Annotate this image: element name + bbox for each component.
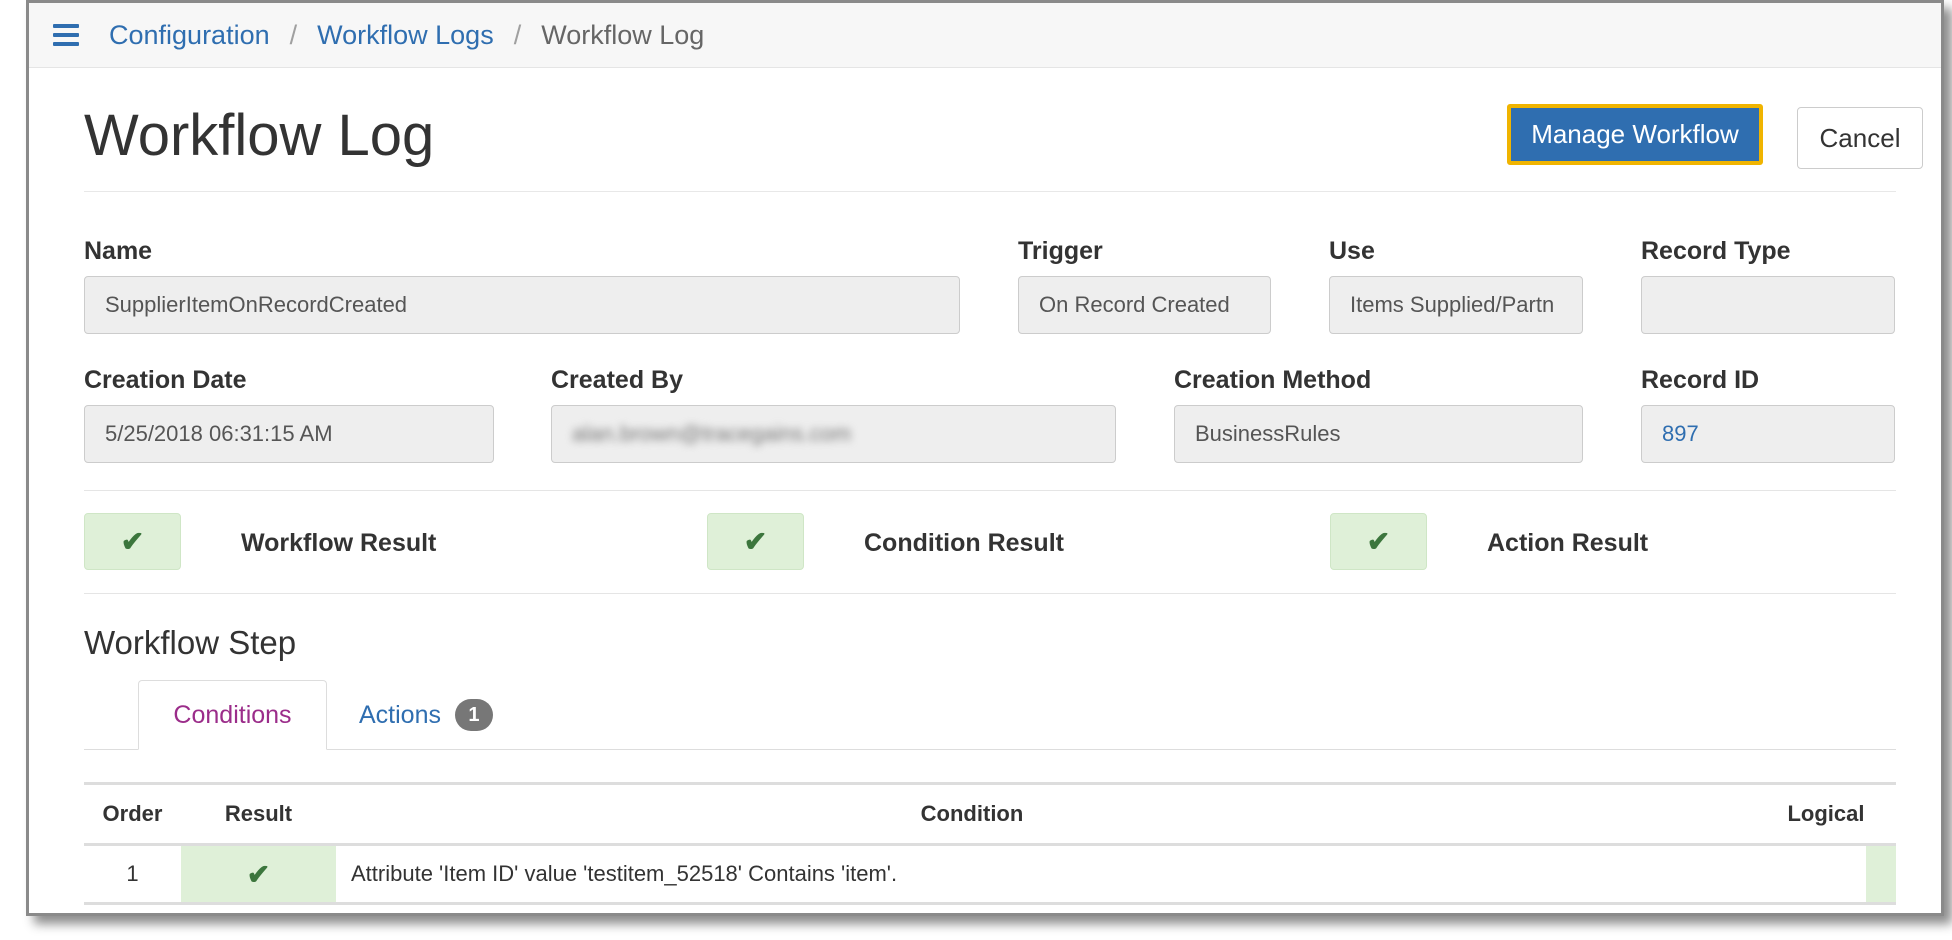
divider [84,490,1896,491]
workflow-step-title: Workflow Step [84,624,297,661]
column-header-result: Result [224,801,293,826]
breadcrumb-separator: / [289,19,298,50]
created-by-value: alan.brown@tracegains.com [572,421,852,446]
record-id-field-group: Record ID 897 [1641,366,1895,463]
creation-method-value: BusinessRules [1195,421,1341,446]
check-icon: ✔ [246,858,271,890]
breadcrumb-separator: / [513,19,522,50]
trigger-label: Trigger [1018,237,1103,265]
actions-count-badge: 1 [454,699,493,731]
record-type-label: Record Type [1641,237,1791,265]
use-field-group: Use Items Supplied/Partn [1329,237,1583,334]
creation-method-field-group: Creation Method BusinessRules [1174,366,1583,463]
breadcrumb-bar: Configuration / Workflow Logs / Workflow… [29,3,1941,68]
workflow-result-indicator: ✔ [84,513,181,570]
created-by-field-group: Created By alan.brown@tracegains.com [551,366,1116,463]
creation-method-label: Creation Method [1174,366,1372,394]
condition-result-indicator: ✔ [707,513,804,570]
creation-date-field-group: Creation Date 5/25/2018 06:31:15 AM [84,366,494,463]
cell-status-indicator [1866,846,1896,902]
record-type-field[interactable] [1641,276,1895,334]
action-result-indicator: ✔ [1330,513,1427,570]
app-window: Configuration / Workflow Logs / Workflow… [26,0,1944,916]
check-icon: ✔ [120,526,145,557]
breadcrumb-current: Workflow Log [541,19,705,50]
main-content: Workflow Log Manage Workflow Cancel Name… [84,67,1923,905]
record-id-value: 897 [1662,421,1699,446]
check-icon: ✔ [743,526,768,557]
name-field[interactable]: SupplierItemOnRecordCreated [84,276,960,334]
conditions-table: Order Result Condition Logical 1 ✔ Attri… [84,782,1896,905]
manage-workflow-button[interactable]: Manage Workflow [1507,104,1763,165]
trigger-field[interactable]: On Record Created [1018,276,1271,334]
name-field-group: Name SupplierItemOnRecordCreated [84,237,960,334]
workflow-step-tabs: Conditions Actions 1 [84,680,1896,750]
table-row[interactable]: 1 ✔ Attribute 'Item ID' value 'testitem_… [84,846,1896,905]
use-label: Use [1329,237,1375,265]
breadcrumb-configuration[interactable]: Configuration [109,20,270,51]
record-type-field-group: Record Type [1641,237,1895,334]
hamburger-menu-icon[interactable] [53,24,79,46]
condition-result-label: Condition Result [864,529,1064,557]
creation-method-field[interactable]: BusinessRules [1174,405,1583,463]
action-result-label: Action Result [1487,529,1649,557]
column-header-logical: Logical [1787,801,1865,826]
name-label: Name [84,237,153,265]
creation-date-field[interactable]: 5/25/2018 06:31:15 AM [84,405,494,463]
cell-condition: Attribute 'Item ID' value 'testitem_5251… [351,861,898,886]
record-id-link[interactable]: 897 [1641,405,1895,463]
record-id-label: Record ID [1641,366,1760,394]
tab-actions-label: Actions [359,700,441,729]
table-header: Order Result Condition Logical [84,782,1896,846]
creation-date-label: Creation Date [84,366,247,394]
column-header-condition: Condition [920,801,1024,826]
check-icon: ✔ [1366,526,1391,557]
created-by-label: Created By [551,366,683,394]
cell-order: 1 [126,861,139,886]
cell-result: ✔ [181,846,336,902]
trigger-field-group: Trigger On Record Created [1018,237,1271,334]
workflow-result-label: Workflow Result [241,529,437,557]
creation-date-value: 5/25/2018 06:31:15 AM [105,421,333,446]
cancel-button[interactable]: Cancel [1797,107,1923,169]
use-value: Items Supplied/Partn [1350,292,1555,317]
trigger-value: On Record Created [1039,292,1230,317]
breadcrumb-workflow-logs[interactable]: Workflow Logs [317,20,494,51]
page-header: Workflow Log Manage Workflow Cancel [84,67,1923,192]
use-field[interactable]: Items Supplied/Partn [1329,276,1583,334]
cell-logical [1756,846,1856,902]
tab-conditions-label: Conditions [173,700,292,729]
page-title: Workflow Log [84,103,435,168]
created-by-field[interactable]: alan.brown@tracegains.com [551,405,1116,463]
divider [84,593,1896,594]
name-value: SupplierItemOnRecordCreated [105,292,408,317]
tab-actions[interactable]: Actions 1 [359,680,493,750]
breadcrumb: Configuration / Workflow Logs / Workflow… [109,20,704,51]
tab-conditions[interactable]: Conditions [138,680,327,750]
column-header-order: Order [102,801,163,826]
